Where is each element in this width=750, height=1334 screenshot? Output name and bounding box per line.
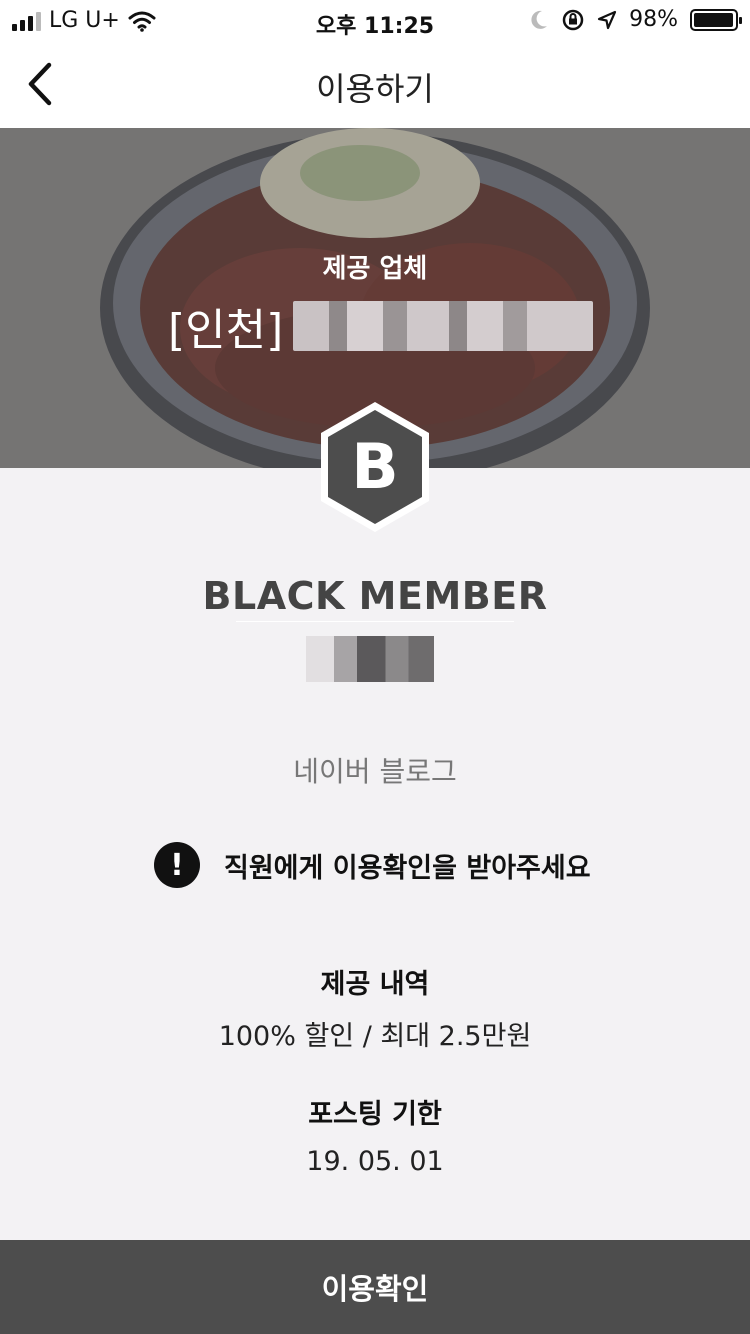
battery-percent: 98% — [629, 7, 678, 32]
status-bar: LG U+ 오후 11:25 98% — [0, 0, 750, 40]
status-right: 98% — [529, 7, 742, 32]
redacted-provider-name — [293, 301, 594, 351]
provider-label: 제공 업체 — [322, 254, 428, 284]
moon-icon — [531, 10, 548, 29]
notice-text: 직원에게 이용확인을 받아주세요 — [224, 852, 591, 884]
member-grade: BLACK MEMBER — [202, 574, 548, 618]
notice: ! 직원에게 이용확인을 받아주세요 — [154, 842, 591, 888]
redacted-member-name — [306, 636, 434, 682]
page: LG U+ 오후 11:25 98% 이용하기 제공 업체 [인천] B BLA… — [0, 0, 750, 1334]
member-divider — [236, 621, 514, 622]
badge-letter: B — [351, 430, 399, 503]
exclamation-circle-icon: ! — [154, 842, 200, 888]
confirm-use-button[interactable]: 이용확인 — [0, 1240, 750, 1334]
battery-fill — [694, 12, 734, 27]
member-badge: B — [318, 400, 432, 534]
location-icon — [597, 10, 617, 29]
deadline-value: 19. 05. 01 — [306, 1146, 444, 1177]
provider-name: [인천] — [168, 294, 594, 358]
rotation-lock-icon — [562, 9, 584, 30]
navigation-bar: 이용하기 — [0, 40, 750, 128]
provider-region: [인천] — [168, 305, 284, 356]
deadline-title: 포스팅 기한 — [308, 1099, 442, 1130]
channel-label: 네이버 블로그 — [293, 755, 457, 788]
page-title: 이용하기 — [316, 70, 434, 108]
offer-value: 100% 할인 / 최대 2.5만원 — [218, 1021, 532, 1052]
battery-icon — [690, 8, 742, 31]
offer-title: 제공 내역 — [320, 969, 430, 1000]
